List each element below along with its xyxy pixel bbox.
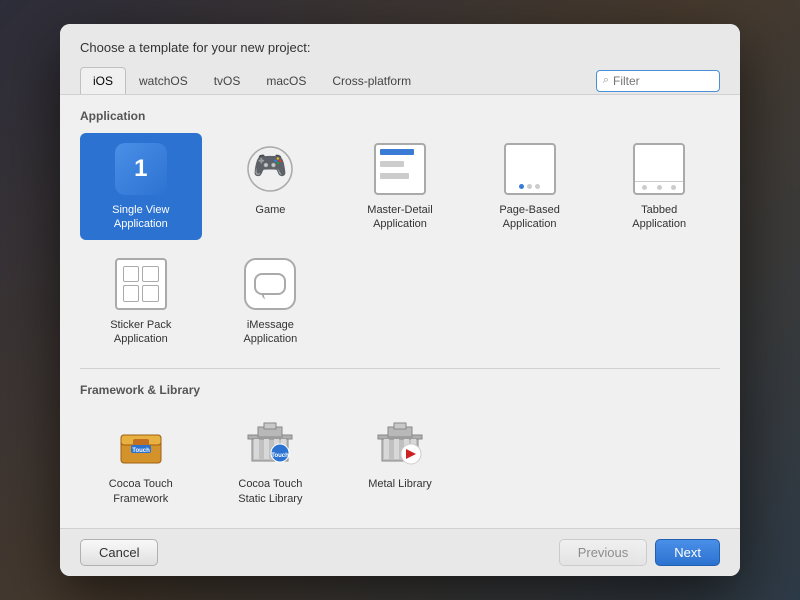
tab-ios[interactable]: iOS [80, 67, 126, 94]
tab-bar [635, 181, 683, 193]
template-item-page-based[interactable]: Page-BasedApplication [469, 133, 591, 240]
tab-tvos[interactable]: tvOS [201, 67, 254, 94]
tab-dot-2 [657, 185, 662, 190]
application-items-grid: Single ViewApplication 🎮 Game [80, 133, 720, 354]
cocoa-framework-label: Cocoa TouchFramework [109, 477, 173, 506]
metal-icon-container [372, 415, 428, 471]
tabbed-icon-container [631, 141, 687, 197]
template-item-tabbed[interactable]: TabbedApplication [598, 133, 720, 240]
master-detail-icon [374, 143, 426, 195]
cocoa-static-icon-container: Touch [242, 415, 298, 471]
dialog-title: Choose a template for your new project: [80, 40, 720, 55]
master-detail-label: Master-DetailApplication [367, 203, 432, 232]
tab-crossplatform[interactable]: Cross-platform [319, 67, 424, 94]
search-icon: ⌕ [603, 74, 609, 87]
framework-items-grid: Touch Cocoa TouchFramework [80, 407, 720, 514]
tabs-row: iOS watchOS tvOS macOS Cross-platform ⌕ [80, 67, 720, 94]
game-label: Game [255, 203, 285, 217]
svg-text:Touch: Touch [272, 453, 290, 459]
template-item-master-detail[interactable]: Master-DetailApplication [339, 133, 461, 240]
dialog-body: Application Single ViewApplication 🎮 Gam… [60, 95, 740, 528]
imessage-label: iMessageApplication [243, 318, 297, 347]
template-item-cocoa-static[interactable]: Touch Cocoa TouchStatic Library [210, 407, 332, 514]
page-dot-2 [527, 184, 532, 189]
tab-dot-3 [671, 185, 676, 190]
framework-section-label: Framework & Library [80, 383, 720, 397]
filter-box[interactable]: ⌕ [596, 70, 720, 92]
single-view-icon-container [113, 141, 169, 197]
bubble-icon [254, 273, 286, 295]
template-item-game[interactable]: 🎮 Game [210, 133, 332, 240]
section-divider [80, 368, 720, 369]
template-item-imessage[interactable]: iMessageApplication [210, 248, 332, 355]
game-icon-container: 🎮 [242, 141, 298, 197]
page-based-icon-container [502, 141, 558, 197]
cocoa-static-label: Cocoa TouchStatic Library [238, 477, 302, 506]
template-item-metal[interactable]: Metal Library [339, 407, 461, 514]
footer-right: Previous Next [559, 539, 720, 566]
svg-text:Touch: Touch [132, 448, 150, 454]
application-section-label: Application [80, 109, 720, 123]
dialog-header: Choose a template for your new project: … [60, 24, 740, 95]
filter-input[interactable] [613, 74, 713, 88]
page-based-label: Page-BasedApplication [499, 203, 560, 232]
sticker-cell-2 [142, 266, 159, 283]
cancel-button[interactable]: Cancel [80, 539, 158, 566]
single-view-label: Single ViewApplication [112, 203, 169, 232]
cocoa-framework-icon-container: Touch [113, 415, 169, 471]
cocoa-framework-icon: Touch [115, 417, 167, 469]
cocoa-static-icon: Touch [244, 417, 296, 469]
svg-text:🎮: 🎮 [253, 150, 288, 181]
sticker-cell-3 [123, 285, 140, 302]
metal-icon [374, 417, 426, 469]
sticker-pack-label: Sticker PackApplication [110, 318, 171, 347]
page-based-icon [504, 143, 556, 195]
tabs-container: iOS watchOS tvOS macOS Cross-platform [80, 67, 424, 94]
page-dot-1 [519, 184, 524, 189]
template-chooser-dialog: Choose a template for your new project: … [60, 24, 740, 576]
template-item-cocoa-framework[interactable]: Touch Cocoa TouchFramework [80, 407, 202, 514]
template-item-sticker-pack[interactable]: Sticker PackApplication [80, 248, 202, 355]
dialog-footer: Cancel Previous Next [60, 528, 740, 576]
template-item-single-view[interactable]: Single ViewApplication [80, 133, 202, 240]
metal-label: Metal Library [368, 477, 432, 491]
tabbed-label: TabbedApplication [632, 203, 686, 232]
next-button[interactable]: Next [655, 539, 720, 566]
tabbed-icon [633, 143, 685, 195]
game-icon: 🎮 [244, 143, 296, 195]
page-dots [519, 184, 540, 189]
sticker-pack-icon [115, 258, 167, 310]
previous-button[interactable]: Previous [559, 539, 648, 566]
page-dot-3 [535, 184, 540, 189]
tab-macos[interactable]: macOS [253, 67, 319, 94]
tab-watchos[interactable]: watchOS [126, 67, 201, 94]
master-detail-icon-container [372, 141, 428, 197]
single-view-icon [115, 143, 167, 195]
imessage-icon [244, 258, 296, 310]
sticker-cell-4 [142, 285, 159, 302]
imessage-icon-container [242, 256, 298, 312]
sticker-cell-1 [123, 266, 140, 283]
tab-dot-1 [642, 185, 647, 190]
sticker-pack-icon-container [113, 256, 169, 312]
